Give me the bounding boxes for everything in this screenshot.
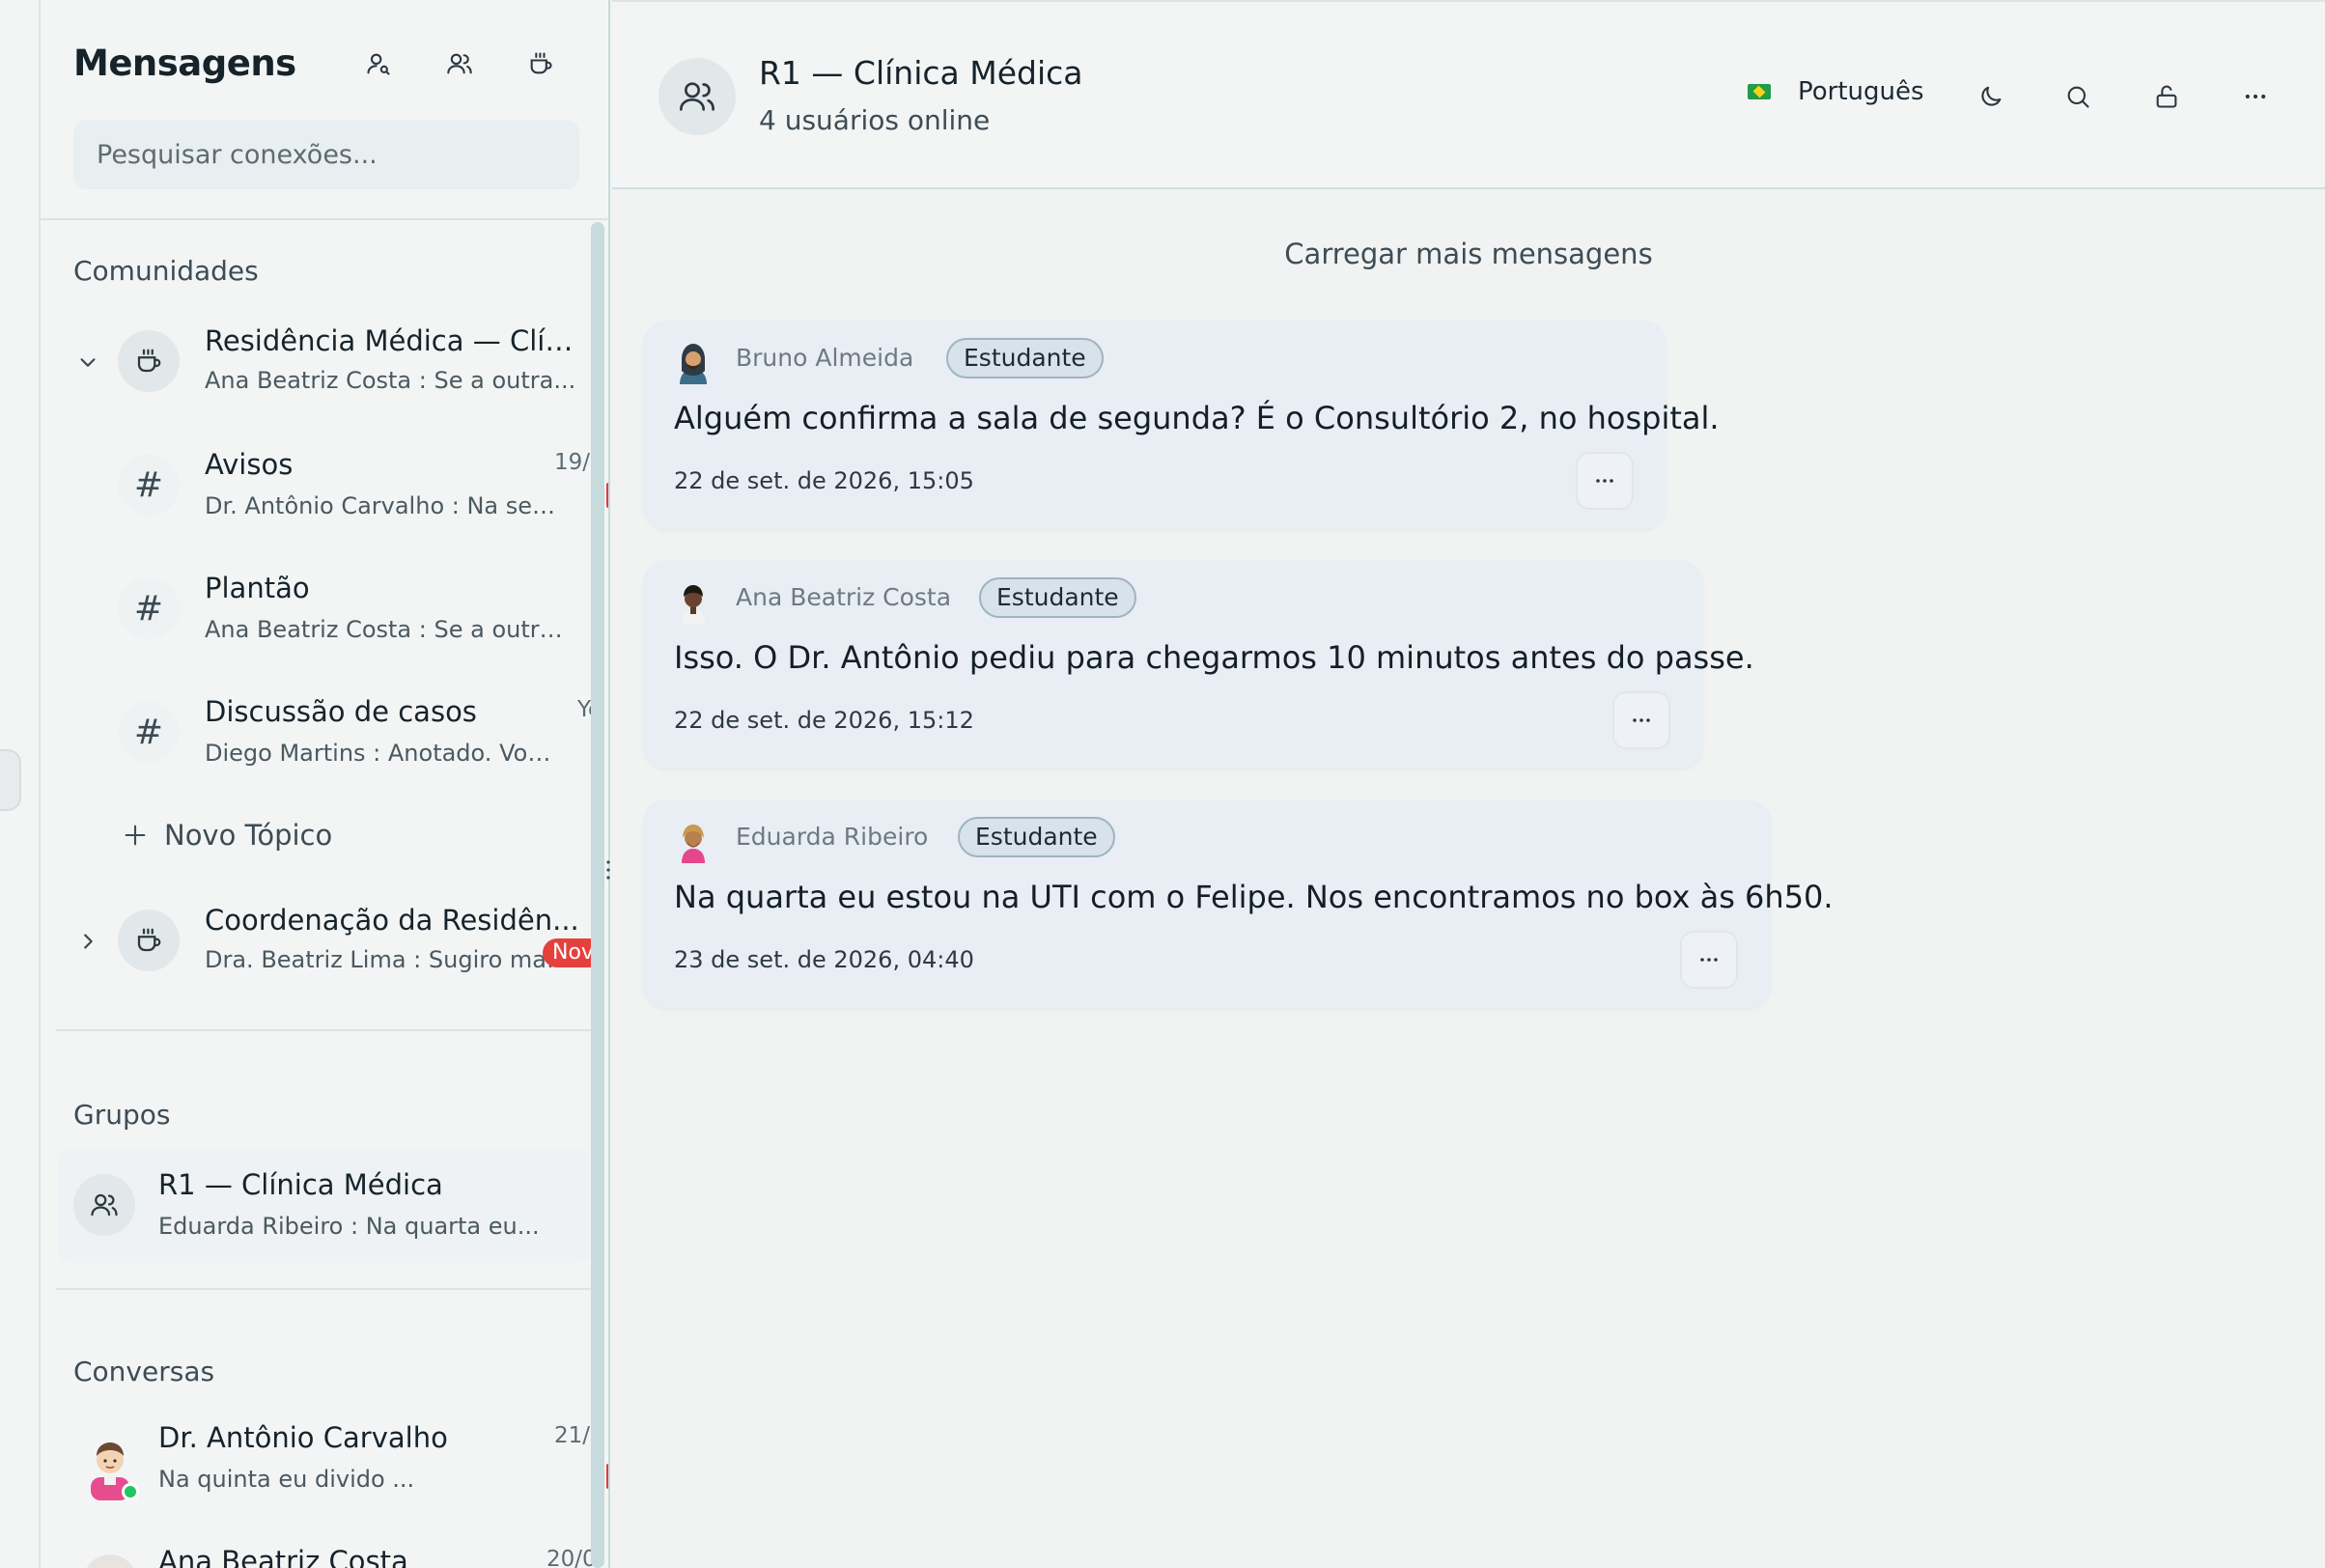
user-search-icon[interactable] <box>359 44 398 83</box>
load-more-button[interactable]: Carregar mais mensagens <box>612 238 2325 270</box>
message-options-button[interactable] <box>1612 691 1670 749</box>
more-icon <box>1700 958 1718 962</box>
sidebar: Mensagens Comunidades Residência Médica … <box>39 0 610 1568</box>
conversation-preview: Na quinta eu divido ... <box>158 1466 415 1493</box>
conversation-item[interactable]: Ana Beatriz Costa 20/0 <box>41 1529 597 1568</box>
group-item[interactable]: R1 — Clínica Médica Eduarda Ribeiro : Na… <box>58 1149 593 1263</box>
users-icon <box>658 58 736 135</box>
unread-marker <box>606 483 608 508</box>
community-item[interactable]: Coordenação da Residên... Dra. Beatriz L… <box>41 888 603 994</box>
new-topic-label: Novo Tópico <box>164 819 333 852</box>
unread-marker <box>606 1464 608 1489</box>
conversation-name: Dr. Antônio Carvalho <box>158 1421 448 1454</box>
users-icon <box>73 1174 135 1236</box>
more-icon[interactable] <box>2236 77 2275 116</box>
new-topic-button[interactable]: Novo Tópico <box>122 811 332 859</box>
topic-name: Plantão <box>205 572 310 604</box>
topic-preview: Dr. Antônio Carvalho : Na segu... <box>205 492 564 519</box>
topic-preview: Diego Martins : Anotado. Vou r... <box>205 740 564 767</box>
hash-icon: # <box>118 577 180 639</box>
message-text: Isso. O Dr. Antônio pediu para chegarmos… <box>674 639 1754 676</box>
more-icon <box>1633 718 1650 722</box>
community-item[interactable]: Residência Médica — Clíni... Ana Beatriz… <box>41 309 593 415</box>
message-author: Bruno Almeida <box>736 344 914 372</box>
coffee-icon <box>118 330 180 392</box>
role-badge: Estudante <box>979 577 1136 618</box>
language-label: Português <box>1798 77 1924 106</box>
topic-name: Discussão de casos <box>205 695 477 728</box>
search-input[interactable] <box>73 120 579 189</box>
message-bubble: Ana Beatriz Costa Estudante Isso. O Dr. … <box>643 560 1754 769</box>
chevron-down-icon[interactable] <box>73 348 102 377</box>
online-count: 4 usuários online <box>759 104 991 136</box>
conversation-item[interactable]: Dr. Antônio Carvalho Na quinta eu divido… <box>41 1406 608 1512</box>
role-badge: Estudante <box>958 817 1115 857</box>
chat-title: R1 — Clínica Médica <box>759 54 1083 92</box>
message-options-button[interactable] <box>1680 931 1738 989</box>
message-time: 22 de set. de 2026, 15:05 <box>674 467 974 494</box>
avatar <box>674 819 713 863</box>
topic-item[interactable]: # Discussão de casos Diego Martins : Ano… <box>41 680 602 786</box>
sidebar-title: Mensagens <box>73 42 296 84</box>
message-author: Ana Beatriz Costa <box>736 583 952 611</box>
topic-name: Avisos <box>205 448 294 481</box>
chat-header: R1 — Clínica Médica 4 usuários online Po… <box>612 0 2325 189</box>
online-indicator <box>122 1483 139 1500</box>
sidebar-scrollbar[interactable] <box>591 222 604 1568</box>
unlock-icon[interactable] <box>2147 77 2186 116</box>
conversation-date: 20/0 <box>546 1547 597 1568</box>
message-author: Eduarda Ribeiro <box>736 823 929 851</box>
moon-icon[interactable] <box>1972 77 2010 116</box>
message-time: 22 de set. de 2026, 15:12 <box>674 707 974 734</box>
message-options-button[interactable] <box>1576 452 1634 510</box>
topic-item[interactable]: # Plantão Ana Beatriz Costa : Se a outra… <box>41 556 593 662</box>
more-icon <box>1596 479 1613 483</box>
chevron-right-icon[interactable] <box>73 927 102 956</box>
divider <box>56 1029 593 1031</box>
group-preview: Eduarda Ribeiro : Na quarta eu... <box>158 1213 540 1240</box>
communities-heading: Comunidades <box>73 255 259 287</box>
users-icon[interactable] <box>440 44 479 83</box>
divider <box>56 1288 593 1290</box>
coffee-icon <box>118 910 180 971</box>
community-preview: Dra. Beatriz Lima : Sugiro man... <box>205 946 581 973</box>
chat-panel: R1 — Clínica Médica 4 usuários online Po… <box>612 0 2325 1568</box>
language-selector[interactable]: Português <box>1748 77 1924 106</box>
conversation-name: Ana Beatriz Costa <box>158 1545 408 1568</box>
message-text: Na quarta eu estou na UTI com o Felipe. … <box>674 879 1834 915</box>
message-bubble: Bruno Almeida Estudante Alguém confirma … <box>643 321 1720 529</box>
hash-icon: # <box>118 701 180 763</box>
role-badge: Estudante <box>946 338 1104 378</box>
community-name: Residência Médica — Clíni... <box>205 324 581 357</box>
message-time: 23 de set. de 2026, 04:40 <box>674 946 974 973</box>
collapse-handle[interactable] <box>0 749 21 811</box>
coffee-icon[interactable] <box>521 44 560 83</box>
brazil-flag-icon <box>1748 84 1771 99</box>
app-window: Mensagens Comunidades Residência Médica … <box>0 0 2325 1568</box>
avatar <box>83 1554 137 1568</box>
search-icon[interactable] <box>2059 77 2097 116</box>
sidebar-header: Mensagens <box>41 0 608 220</box>
groups-heading: Grupos <box>73 1099 171 1131</box>
community-name: Coordenação da Residên... <box>205 904 579 937</box>
message-bubble: Eduarda Ribeiro Estudante Na quarta eu e… <box>643 799 1834 1008</box>
conversations-heading: Conversas <box>73 1356 215 1387</box>
avatar <box>674 340 713 384</box>
message-text: Alguém confirma a sala de segunda? É o C… <box>674 400 1720 436</box>
community-preview: Ana Beatriz Costa : Se a outra... <box>205 367 576 394</box>
plus-icon <box>125 825 146 846</box>
topic-item[interactable]: # Avisos Dr. Antônio Carvalho : Na segu.… <box>41 433 608 539</box>
topic-preview: Ana Beatriz Costa : Se a outra... <box>205 616 564 643</box>
avatar <box>674 579 713 624</box>
hash-icon: # <box>118 454 180 516</box>
group-name: R1 — Clínica Médica <box>158 1168 443 1201</box>
